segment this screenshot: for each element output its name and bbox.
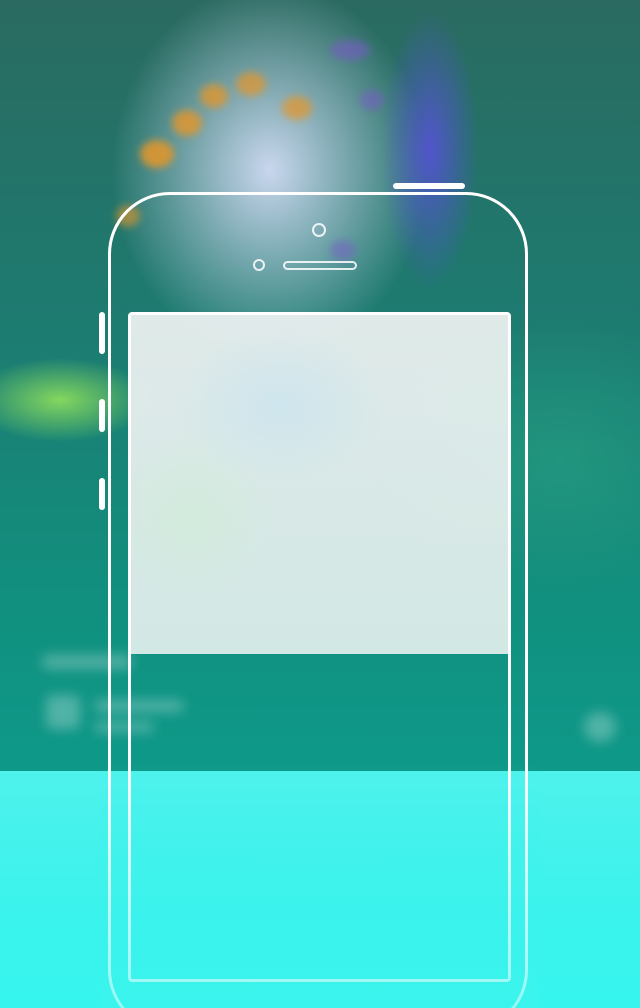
volume-up-button bbox=[99, 399, 105, 432]
wallpaper-spot bbox=[282, 96, 312, 120]
blurred-camera-shortcut bbox=[584, 712, 616, 742]
preview-panel bbox=[131, 315, 508, 654]
wallpaper-spot bbox=[200, 84, 228, 108]
wallpaper-spot bbox=[330, 40, 370, 60]
power-button bbox=[393, 183, 465, 189]
mute-switch bbox=[99, 312, 105, 354]
camera-lens-icon bbox=[312, 223, 326, 237]
wallpaper-spot bbox=[360, 90, 384, 110]
screen-root bbox=[0, 0, 640, 1008]
proximity-sensor-icon bbox=[253, 259, 265, 271]
wallpaper-spot bbox=[140, 140, 174, 168]
wallpaper-spot bbox=[172, 110, 202, 136]
wallpaper-spot bbox=[236, 72, 266, 96]
earpiece-speaker-icon bbox=[283, 261, 357, 270]
volume-down-button bbox=[99, 478, 105, 510]
blurred-widget bbox=[46, 695, 80, 729]
